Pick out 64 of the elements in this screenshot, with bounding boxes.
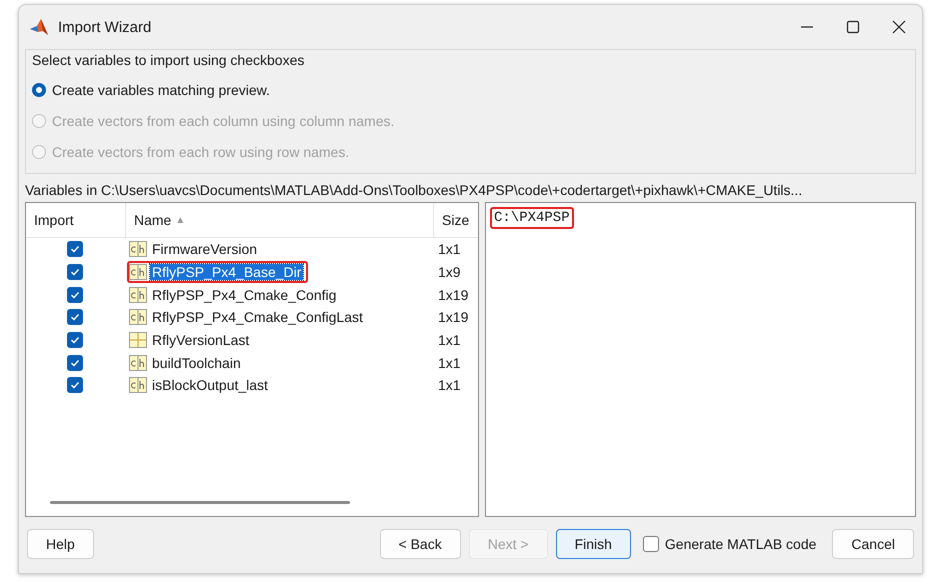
variable-name[interactable]: isBlockOutput_last bbox=[150, 377, 270, 394]
variable-name-item[interactable]: RflyPSP_Px4_Cmake_Config bbox=[127, 284, 344, 306]
variable-name[interactable]: RflyPSP_Px4_Cmake_ConfigLast bbox=[150, 309, 365, 326]
variables-path-label: Variables in C:\Users\uavcs\Documents\MATLAB\Add-Ons\Toolboxes\PX4PSP\code\+codertarget\+pixhawk\+CMAKE_Utils... bbox=[25, 182, 804, 198]
window-title: Import Wizard bbox=[58, 18, 152, 36]
variable-name[interactable]: RflyPSP_Px4_Base_Dir bbox=[150, 264, 304, 280]
variable-name-item[interactable]: isBlockOutput_last bbox=[127, 374, 275, 396]
check-icon bbox=[70, 267, 80, 278]
import-checkbox[interactable] bbox=[67, 286, 83, 303]
char-variable-icon bbox=[129, 354, 147, 371]
import-checkbox[interactable] bbox=[67, 377, 83, 394]
sort-indicator: ▲ bbox=[175, 214, 186, 226]
check-icon bbox=[70, 290, 80, 300]
variable-name[interactable]: RflyVersionLast bbox=[150, 332, 252, 348]
check-icon bbox=[70, 335, 80, 346]
wizard-button[interactable]: Help bbox=[27, 529, 94, 559]
wizard-button[interactable]: Finish bbox=[556, 529, 631, 559]
preview-text: C:\PX4PSP bbox=[490, 207, 574, 229]
import-checkbox[interactable] bbox=[67, 354, 83, 371]
variable-name[interactable]: RflyPSP_Px4_Cmake_Config bbox=[150, 286, 338, 303]
column-header[interactable]: Import bbox=[26, 203, 126, 237]
radio-label: Create vectors from each column using column names. bbox=[52, 112, 394, 128]
variable-size: 1x19 bbox=[437, 286, 470, 303]
variable-size: 1x1 bbox=[437, 377, 462, 394]
variable-size: 1x19 bbox=[437, 309, 470, 326]
variable-size: 1x1 bbox=[437, 241, 462, 258]
variable-size: 1x9 bbox=[437, 264, 462, 280]
char-variable-icon bbox=[129, 309, 147, 326]
radio-option[interactable]: Create variables matching preview. bbox=[32, 74, 909, 105]
variable-name-item[interactable]: RflyVersionLast bbox=[127, 329, 256, 352]
group-title: Select variables to import using checkboxes bbox=[32, 52, 306, 68]
close-icon bbox=[892, 20, 906, 34]
variable-name-item[interactable]: buildToolchain bbox=[127, 352, 248, 374]
maximize-icon bbox=[846, 20, 860, 34]
variable-name-item[interactable]: FirmwareVersion bbox=[127, 238, 264, 260]
variable-size: 1x1 bbox=[437, 354, 462, 371]
check-icon bbox=[70, 312, 80, 322]
char-variable-icon bbox=[129, 264, 147, 280]
import-checkbox[interactable] bbox=[67, 332, 83, 348]
import-checkbox[interactable] bbox=[67, 241, 83, 258]
variable-name-item[interactable]: RflyPSP_Px4_Cmake_ConfigLast bbox=[127, 306, 370, 328]
char-variable-icon bbox=[129, 286, 147, 303]
column-header[interactable]: Name bbox=[134, 212, 172, 228]
radio-label: Create vectors from each row using row names. bbox=[52, 144, 350, 160]
char-variable-icon bbox=[129, 377, 147, 394]
radio-label: Create variables matching preview. bbox=[52, 82, 270, 98]
column-header[interactable]: Size bbox=[434, 203, 478, 237]
check-icon bbox=[70, 244, 80, 254]
variable-size: 1x1 bbox=[437, 332, 462, 348]
peak-logo-icon bbox=[29, 17, 49, 37]
generate-code-checkbox[interactable] bbox=[642, 536, 659, 552]
import-checkbox[interactable] bbox=[67, 264, 83, 280]
check-icon bbox=[70, 380, 80, 390]
grid-variable-icon bbox=[129, 332, 147, 348]
radio-button[interactable] bbox=[32, 82, 46, 96]
import-checkbox[interactable] bbox=[67, 309, 83, 326]
variable-name[interactable]: FirmwareVersion bbox=[150, 241, 260, 258]
scrollbar-thumb[interactable] bbox=[50, 500, 350, 504]
char-variable-icon bbox=[129, 241, 147, 258]
checkbox-label: Generate MATLAB code bbox=[664, 536, 816, 552]
cancel-button[interactable]: Cancel bbox=[832, 529, 914, 559]
variable-name[interactable]: buildToolchain bbox=[150, 354, 243, 371]
check-icon bbox=[70, 358, 80, 368]
wizard-button[interactable]: < Back bbox=[380, 529, 461, 559]
